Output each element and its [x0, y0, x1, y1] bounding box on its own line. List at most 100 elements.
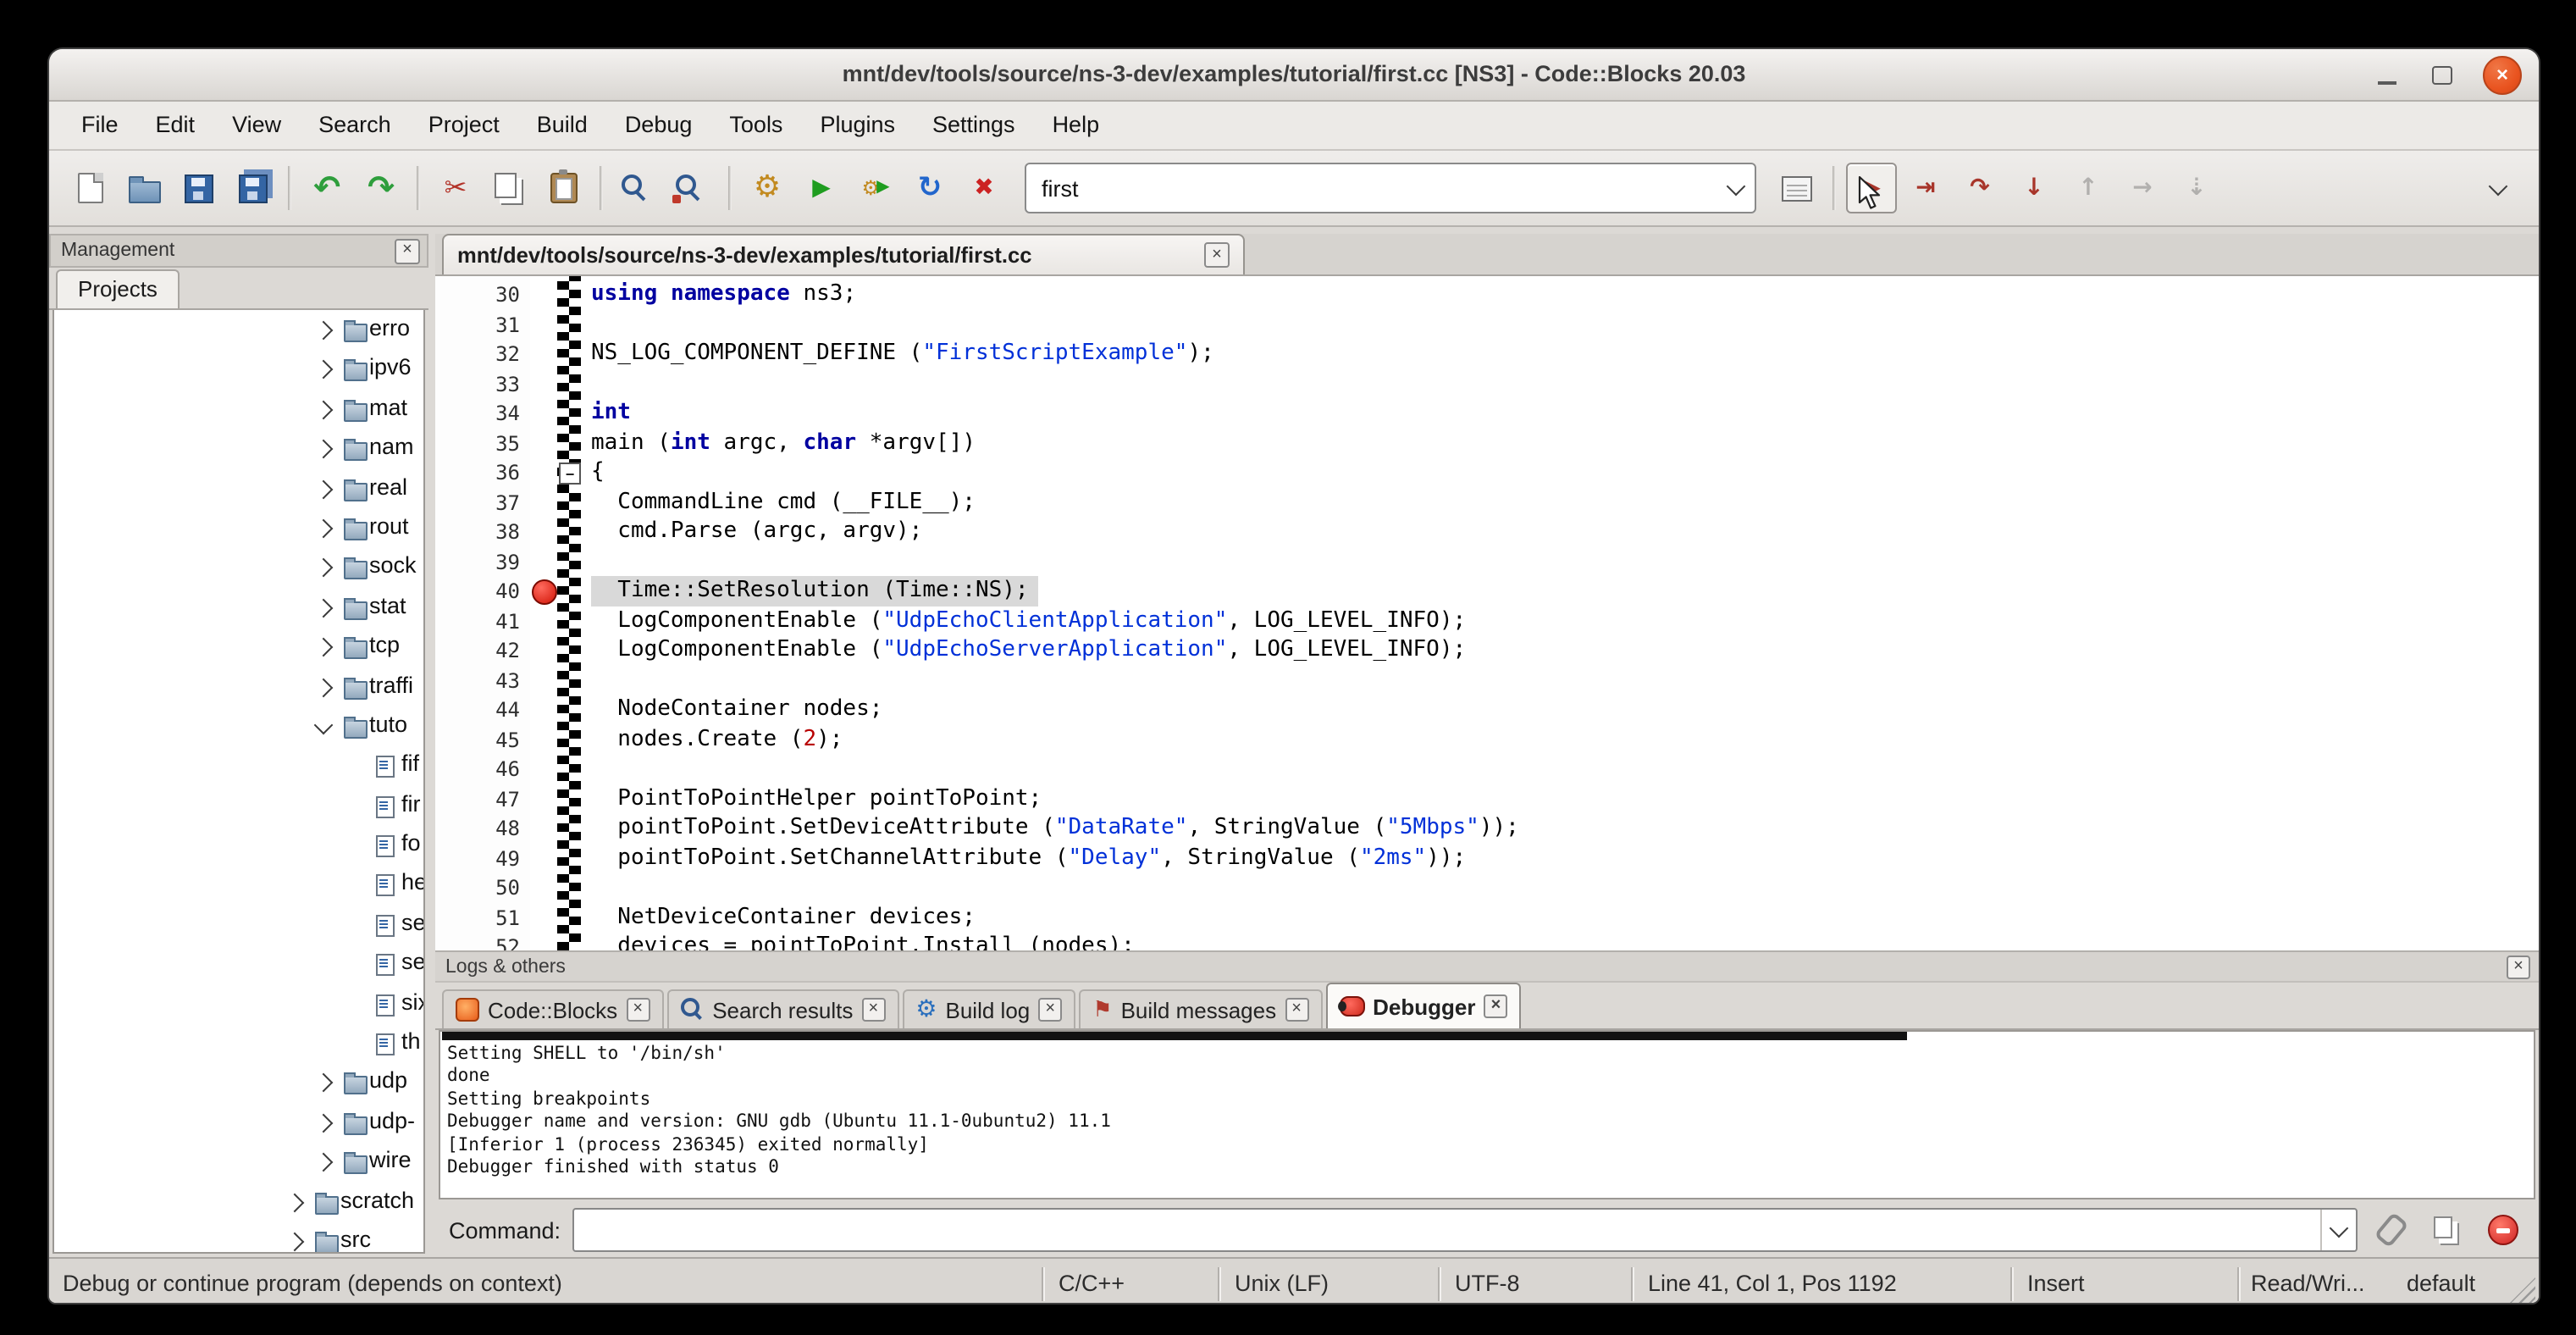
- find-button[interactable]: [613, 163, 664, 213]
- close-button[interactable]: ×: [2483, 55, 2522, 94]
- run-to-cursor-button[interactable]: ⇥: [1900, 163, 1951, 213]
- code-line-48[interactable]: 48 pointToPoint.SetDeviceAttribute ("Dat…: [435, 813, 2539, 843]
- menu-build[interactable]: Build: [518, 102, 606, 149]
- code-line-41[interactable]: 41 LogComponentEnable ("UdpEchoClientApp…: [435, 606, 2539, 635]
- debugger-log[interactable]: Setting SHELL to '/bin/sh'doneSetting br…: [439, 1030, 2535, 1199]
- chevron-right-icon[interactable]: [314, 360, 334, 379]
- save-button[interactable]: [173, 163, 224, 213]
- tree-item-erro-0[interactable]: erro: [54, 310, 423, 350]
- breakpoint-marker[interactable]: [532, 579, 557, 605]
- tree-item-traffi-9[interactable]: traffi: [54, 667, 423, 706]
- titlebar[interactable]: mnt/dev/tools/source/ns-3-dev/examples/t…: [49, 49, 2539, 102]
- tree-item-rout-5[interactable]: rout: [54, 508, 423, 548]
- tree-item-tuto-10[interactable]: tuto: [54, 706, 423, 746]
- tree-item-nam-3[interactable]: nam: [54, 429, 423, 468]
- chevron-right-icon[interactable]: [314, 558, 334, 578]
- logs-tab-code-blocks[interactable]: Code::Blocks×: [442, 989, 663, 1028]
- undo-button[interactable]: ↶: [301, 163, 352, 213]
- chevron-right-icon[interactable]: [314, 678, 334, 697]
- tree-item-mat-2[interactable]: mat: [54, 390, 423, 429]
- menu-project[interactable]: Project: [410, 102, 518, 149]
- menu-help[interactable]: Help: [1034, 102, 1119, 149]
- menu-file[interactable]: File: [63, 102, 137, 149]
- project-tree[interactable]: erroipv6matnamrealroutsockstattcptraffit…: [53, 310, 425, 1254]
- code-line-47[interactable]: 47 PointToPointHelper pointToPoint;: [435, 784, 2539, 813]
- tree-item-stat-7[interactable]: stat: [54, 587, 423, 627]
- tree-item-tcp-8[interactable]: tcp: [54, 627, 423, 667]
- tree-item-se-15[interactable]: se: [54, 905, 423, 944]
- chevron-right-icon[interactable]: [314, 1113, 334, 1133]
- tree-item-udp--20[interactable]: udp-: [54, 1103, 423, 1143]
- command-input[interactable]: [572, 1208, 2358, 1252]
- code-line-32[interactable]: 32NS_LOG_COMPONENT_DEFINE ("FirstScriptE…: [435, 339, 2539, 368]
- tree-item-he-14[interactable]: he: [54, 865, 423, 905]
- chevron-right-icon[interactable]: [314, 400, 334, 419]
- code-line-39[interactable]: 39: [435, 546, 2539, 576]
- cut-button[interactable]: ✂: [430, 163, 481, 213]
- menu-plugins[interactable]: Plugins: [801, 102, 914, 149]
- tree-item-six-17[interactable]: six: [54, 983, 423, 1023]
- chevron-right-icon[interactable]: [314, 1074, 334, 1094]
- attach-button[interactable]: [2369, 1208, 2413, 1252]
- build-button[interactable]: ⚙: [742, 163, 793, 213]
- save-all-button[interactable]: [227, 163, 278, 213]
- step-out-button[interactable]: ↑: [2063, 163, 2114, 213]
- fold-collapse-marker[interactable]: −: [559, 463, 581, 485]
- tree-item-fif-11[interactable]: fif: [54, 746, 423, 786]
- chevron-right-icon[interactable]: [314, 1153, 334, 1172]
- tab-close-button[interactable]: ×: [861, 998, 885, 1022]
- copy-button[interactable]: [484, 163, 535, 213]
- code-line-44[interactable]: 44 NodeContainer nodes;: [435, 695, 2539, 724]
- minimize-button[interactable]: [2371, 59, 2402, 90]
- code-line-52[interactable]: 52 devices = pointToPoint.Install (nodes…: [435, 932, 2539, 950]
- menu-debug[interactable]: Debug: [606, 102, 711, 149]
- logs-tab-search-results[interactable]: Search results×: [666, 989, 898, 1028]
- menu-settings[interactable]: Settings: [914, 102, 1034, 149]
- editor-tab[interactable]: mnt/dev/tools/source/ns-3-dev/examples/t…: [442, 234, 1245, 274]
- menu-edit[interactable]: Edit: [137, 102, 214, 149]
- code-line-38[interactable]: 38 cmd.Parse (argc, argv);: [435, 517, 2539, 546]
- chevron-right-icon[interactable]: [285, 1233, 305, 1252]
- code-line-45[interactable]: 45 nodes.Create (2);: [435, 724, 2539, 754]
- chevron-down-icon[interactable]: [314, 715, 334, 734]
- chevron-right-icon[interactable]: [314, 479, 334, 499]
- chevron-right-icon[interactable]: [314, 519, 334, 539]
- step-into-button[interactable]: ↓: [2009, 163, 2059, 213]
- tab-close-button[interactable]: ×: [1484, 994, 1507, 1018]
- code-editor[interactable]: 30using namespace ns3;3132NS_LOG_COMPONE…: [435, 276, 2539, 950]
- code-line-51[interactable]: 51 NetDeviceContainer devices;: [435, 902, 2539, 932]
- tree-item-se-16[interactable]: se: [54, 944, 423, 984]
- code-line-33[interactable]: 33: [435, 368, 2539, 398]
- tree-item-fo-13[interactable]: fo: [54, 825, 423, 865]
- code-line-46[interactable]: 46: [435, 754, 2539, 784]
- paste-button[interactable]: [539, 163, 589, 213]
- debug-continue-button[interactable]: ▶: [1846, 163, 1897, 213]
- replace-button[interactable]: [667, 163, 718, 213]
- chevron-right-icon[interactable]: [314, 321, 334, 341]
- maximize-button[interactable]: [2427, 59, 2457, 90]
- code-line-50[interactable]: 50: [435, 872, 2539, 902]
- abort-button[interactable]: ✖: [959, 163, 1009, 213]
- clear-log-button[interactable]: [2481, 1208, 2525, 1252]
- menu-view[interactable]: View: [213, 102, 300, 149]
- build-and-run-button[interactable]: ⚙▶: [850, 163, 901, 213]
- tab-close-button[interactable]: ×: [626, 998, 650, 1022]
- run-button[interactable]: ▶: [796, 163, 847, 213]
- logs-tab-debugger[interactable]: Debugger×: [1325, 983, 1521, 1028]
- copy-log-button[interactable]: [2425, 1208, 2469, 1252]
- chevron-right-icon[interactable]: [285, 1193, 305, 1212]
- code-line-37[interactable]: 37 CommandLine cmd (__FILE__);: [435, 487, 2539, 517]
- code-line-49[interactable]: 49 pointToPoint.SetChannelAttribute ("De…: [435, 843, 2539, 872]
- next-instruction-button[interactable]: →: [2117, 163, 2168, 213]
- step-into-instruction-button[interactable]: ⇣: [2171, 163, 2222, 213]
- new-file-button[interactable]: [64, 163, 115, 213]
- tree-item-th-18[interactable]: th: [54, 1023, 423, 1063]
- build-target-combo[interactable]: first: [1025, 163, 1756, 213]
- tab-close-button[interactable]: ×: [1285, 998, 1308, 1022]
- tree-item-src-23[interactable]: src: [54, 1221, 423, 1254]
- tree-item-wire-21[interactable]: wire: [54, 1142, 423, 1182]
- chevron-right-icon[interactable]: [314, 440, 334, 459]
- logs-tab-build-log[interactable]: ⚙Build log×: [902, 989, 1075, 1028]
- command-dropdown-button[interactable]: [2320, 1210, 2356, 1250]
- management-close-button[interactable]: ×: [395, 238, 420, 263]
